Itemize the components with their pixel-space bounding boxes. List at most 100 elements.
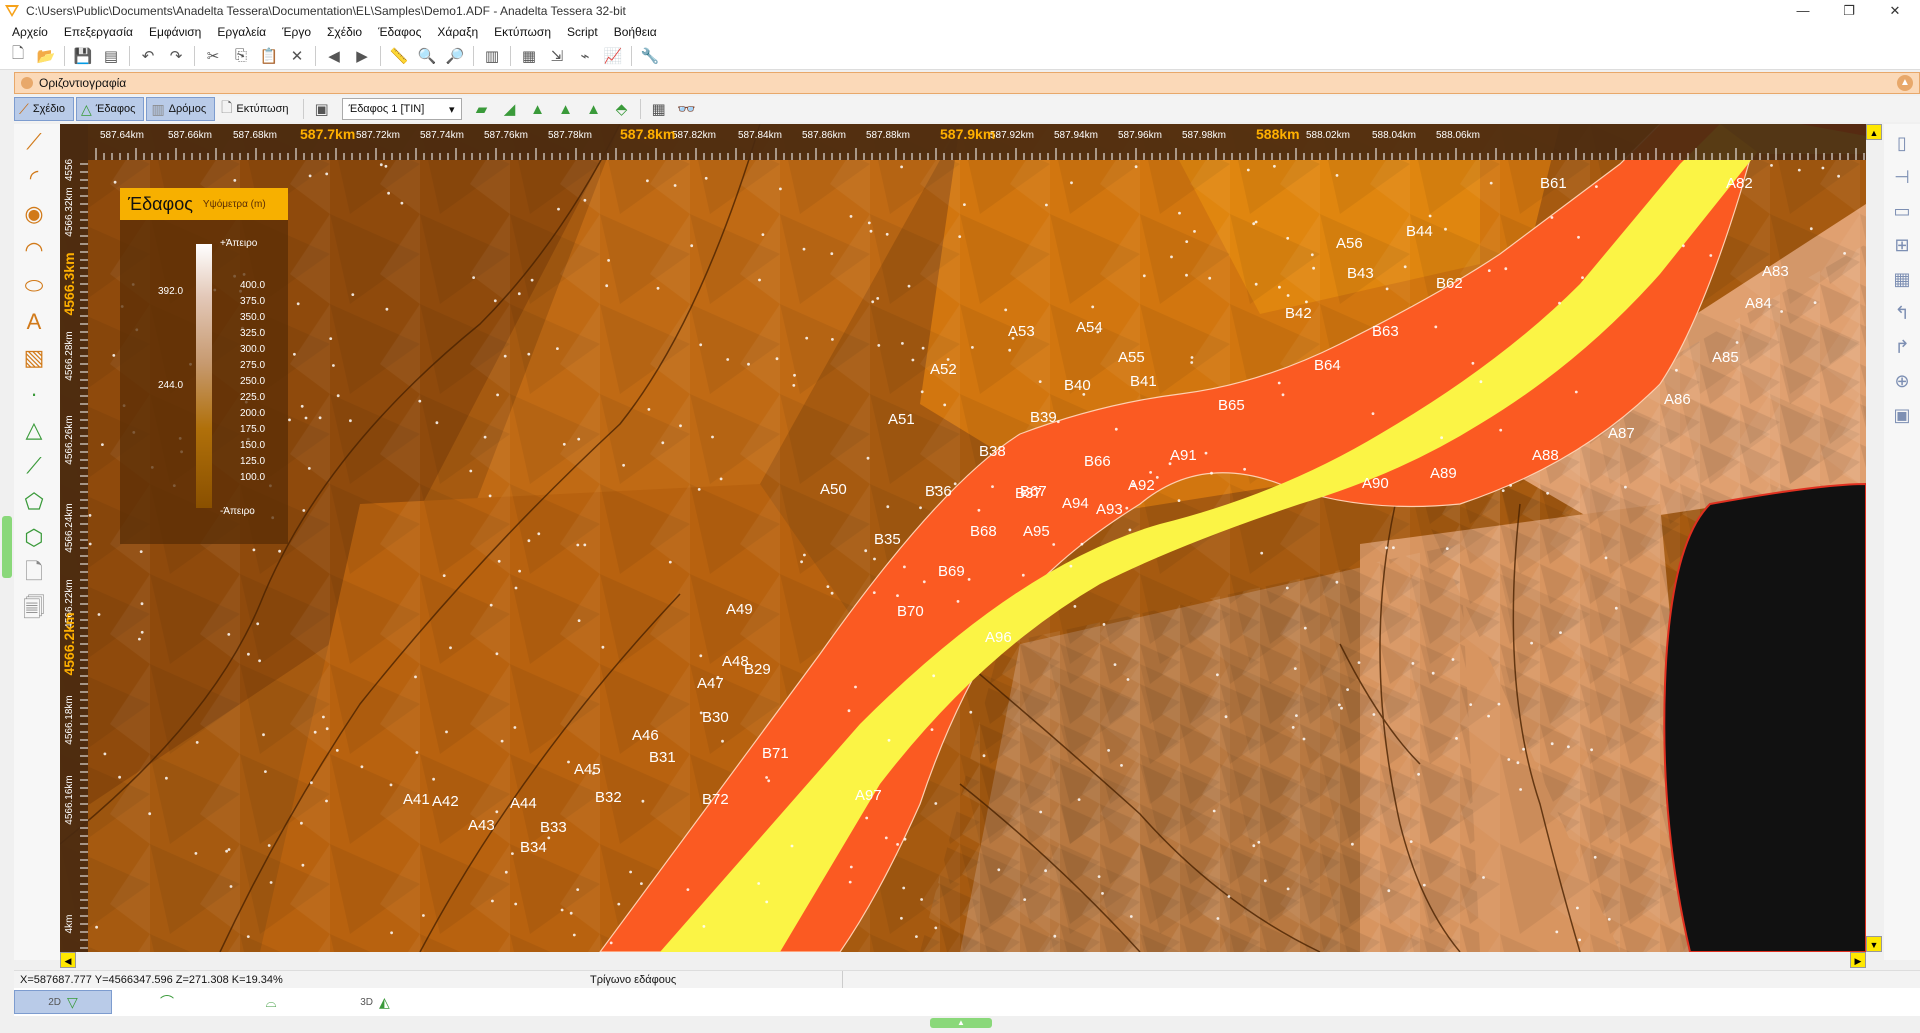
tin-point [1312,266,1315,270]
view-profile-tab[interactable]: ⌒ [118,990,216,1014]
previous-icon[interactable]: ◀ [322,44,346,68]
undo-icon[interactable]: ↶ [136,44,160,68]
tin-point [721,739,724,743]
ellipse-tool-icon[interactable]: ⬭ [14,268,54,304]
zoom-icon[interactable]: 🔍 [415,44,439,68]
tin-point [518,569,521,573]
triangles-icon[interactable]: ◢ [498,97,522,121]
cut-icon[interactable]: ✂ [201,44,225,68]
terrain-peak-icon[interactable]: ▲ [554,97,578,121]
menu-terrain[interactable]: Έδαφος [370,22,429,42]
boundary-tool-icon[interactable]: ⬡ [14,520,54,556]
mode-drawing-button[interactable]: ⟋ Σχέδιο [14,97,74,121]
surface-show-icon[interactable]: ▰ [470,97,494,121]
copy-icon[interactable]: ⎘ [229,44,253,68]
properties-icon[interactable]: ▤ [99,44,123,68]
cross-section-icon[interactable]: ⊞ [1887,230,1917,260]
report-icon[interactable]: ▣ [1887,400,1917,430]
terrain-edit-icon[interactable]: ▲ [582,97,606,121]
page-tool-icon[interactable]: 🗋 [14,556,54,592]
tin-point [1126,678,1130,681]
export-icon[interactable]: ⇲ [545,44,569,68]
menu-file[interactable]: Αρχείο [4,22,56,42]
close-button[interactable]: ✕ [1872,0,1918,22]
curve-right-icon[interactable]: ↱ [1887,332,1917,362]
delete-icon[interactable]: ✕ [285,44,309,68]
next-icon[interactable]: ▶ [350,44,374,68]
breakline-tool-icon[interactable]: ⟋ [14,448,54,484]
tin-point [1023,898,1027,901]
menu-print[interactable]: Εκτύπωση [486,22,559,42]
menu-view[interactable]: Εμφάνιση [141,22,209,42]
binoculars-icon[interactable]: 👓 [675,97,699,121]
document-tab[interactable]: Οριζοντιογραφία ▲ [14,72,1920,94]
layers-icon[interactable]: ▣ [310,97,334,121]
scroll-up-button[interactable]: ▲ [1866,124,1882,140]
point-tool-icon[interactable]: · [14,376,54,412]
hatch-tool-icon[interactable]: ▧ [14,340,54,376]
curve-left-icon[interactable]: ↰ [1887,298,1917,328]
curve-tool-icon[interactable]: ◠ [14,232,54,268]
text-tool-icon[interactable]: A [14,304,54,340]
polygon-tool-icon[interactable]: ⬠ [14,484,54,520]
layout-icon[interactable]: ▥ [480,44,504,68]
tin-point [971,346,974,349]
profile-icon[interactable]: ▭ [1887,196,1917,226]
table-icon[interactable]: ▦ [517,44,541,68]
volume-icon[interactable]: ▦ [1887,264,1917,294]
view-section-tab[interactable]: ⌓ [222,990,320,1014]
tool-icon[interactable]: 🔧 [638,44,662,68]
arc-tool-icon[interactable]: ◜ [14,160,54,196]
left-panel-grip[interactable] [2,516,12,578]
triangle-tool-icon[interactable]: △ [14,412,54,448]
save-icon[interactable]: 💾 [71,44,95,68]
terrain-map[interactable]: A41 A42A43A44A45A46A47A48A49A50A51A52A53 A… [60,124,1866,952]
section-icon[interactable]: ⊣ [1887,162,1917,192]
scroll-left-button[interactable]: ◀ [60,952,76,968]
legend-top-label: +Άπειρο [220,238,258,249]
tin-point [1445,547,1449,550]
point-label-a83: A83 [1762,263,1789,280]
measure-icon[interactable]: 📏 [387,44,411,68]
menu-edit[interactable]: Επεξεργασία [56,22,141,42]
menu-help[interactable]: Βοήθεια [606,22,665,42]
mode-print-button[interactable]: 🗋 Εκτύπωση [217,97,296,121]
horizontal-scrollbar[interactable]: ◀ ▶ [60,952,1866,968]
menu-project[interactable]: Έργο [274,22,319,42]
vertical-scrollbar[interactable]: ▲ ▼ [1866,124,1882,952]
view-2d-tab[interactable]: 2D ▽ [14,990,112,1014]
grid-icon[interactable]: ▦ [647,97,671,121]
mode-road-button[interactable]: ▥ Δρόμος [146,97,216,121]
tin-point [1469,703,1473,706]
surface-select[interactable]: Έδαφος 1 [TIN] ▾ [341,98,462,120]
map-canvas[interactable]: A41 A42 A43 A44 A45 A46 A47 A48 A49 A50 A51 A52 A53 A… [60,124,1866,952]
graph-icon[interactable]: ⌁ [573,44,597,68]
circle-tool-icon[interactable]: ◉ [14,196,54,232]
collapse-icon[interactable]: ▲ [1897,75,1913,91]
mode-terrain-button[interactable]: △ Έδαφος [75,97,145,121]
new-file-icon[interactable]: 🗋 [6,44,30,68]
ruler-y-major-label: 4566.2km [61,612,77,675]
scroll-down-button[interactable]: ▼ [1866,936,1882,952]
bottom-panel-grip[interactable]: ▲ [930,1018,992,1028]
terrain-up-icon[interactable]: ▲ [526,97,550,121]
menu-drawing[interactable]: Σχέδιο [319,22,370,42]
tin-point [1212,809,1216,813]
junction-icon[interactable]: ⊕ [1887,366,1917,396]
maximize-button[interactable]: ❐ [1826,0,1872,22]
terrain-level-icon[interactable]: ⬘ [610,97,634,121]
view-3d-tab[interactable]: 3D ◭ [326,990,424,1014]
line-tool-icon[interactable]: ⟋ [14,124,54,160]
panel-icon[interactable]: ▯ [1887,128,1917,158]
document-tool-icon[interactable]: 🗐 [14,592,54,628]
scroll-right-button[interactable]: ▶ [1850,952,1866,968]
open-folder-icon[interactable]: 📂 [34,44,58,68]
chart-icon[interactable]: 📈 [601,44,625,68]
menu-alignment[interactable]: Χάραξη [429,22,486,42]
redo-icon[interactable]: ↷ [164,44,188,68]
menu-tools[interactable]: Εργαλεία [209,22,274,42]
minimize-button[interactable]: — [1780,0,1826,22]
menu-script[interactable]: Script [559,22,606,42]
zoom-window-icon[interactable]: 🔎 [443,44,467,68]
paste-icon[interactable]: 📋 [257,44,281,68]
